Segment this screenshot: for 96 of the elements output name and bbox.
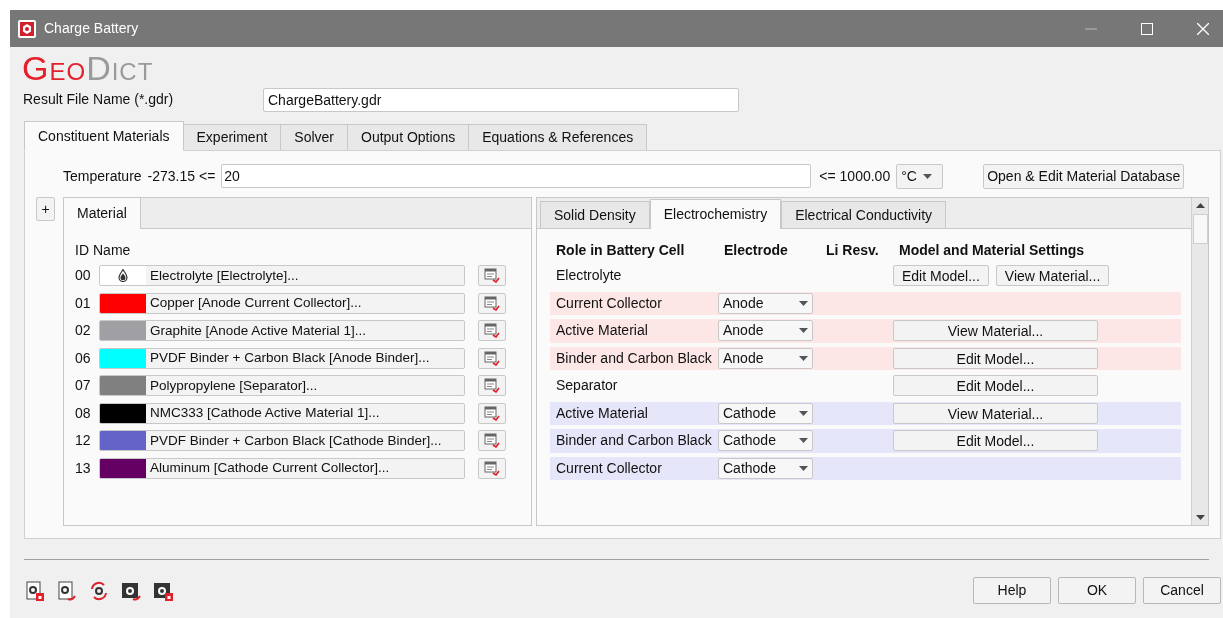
id-label: 00	[75, 266, 92, 286]
id-label: 02	[75, 321, 92, 341]
scroll-thumb[interactable]	[1192, 214, 1208, 244]
column-header: ID	[75, 240, 89, 260]
add-button[interactable]: +	[36, 197, 55, 221]
scroll-up-icon[interactable]	[1195, 203, 1205, 208]
tab[interactable]: Electrical Conductivity	[781, 201, 947, 228]
id-label: 13	[75, 458, 92, 478]
edit-material-button[interactable]	[478, 402, 506, 424]
edit-material-button[interactable]	[478, 430, 506, 452]
edit-material-button[interactable]	[478, 265, 506, 287]
material-button[interactable]: PVDF Binder + Carbon Black [Anode Binder]...	[99, 347, 465, 369]
material-button[interactable]: Aluminum [Cathode Current Collector]...	[99, 457, 465, 479]
minimum-label: -273.15 <=	[147, 166, 216, 186]
column-header: Electrode	[724, 240, 789, 260]
caret-icon	[922, 173, 932, 179]
table-edit-icon	[484, 295, 500, 311]
column-header: Role in Battery Cell	[556, 240, 686, 260]
caret-icon	[799, 300, 808, 306]
role-label: Current Collector	[555, 293, 663, 313]
unit-dropdown[interactable]: °C	[896, 163, 944, 189]
dialog-button[interactable]: OK	[1058, 577, 1136, 604]
table-edit-icon	[484, 350, 500, 366]
column-header: Li Resv.	[826, 240, 880, 260]
material-button[interactable]: Electrolyte [Electrolyte]...	[99, 265, 465, 287]
material-button[interactable]: Copper [Anode Current Collector]...	[99, 292, 465, 314]
settings-button[interactable]: View Material...	[995, 265, 1110, 287]
id-label: 12	[75, 431, 92, 451]
electrode-dropdown[interactable]: Anode	[718, 347, 813, 369]
edit-material-button[interactable]	[478, 375, 506, 397]
caret-icon	[799, 438, 808, 444]
app-icon	[18, 19, 36, 38]
table-edit-icon	[484, 268, 500, 284]
result-file-input[interactable]: ChargeBattery.gdr	[263, 87, 739, 112]
column-header: Name	[93, 240, 131, 260]
caret-icon	[799, 410, 808, 416]
id-label: 06	[75, 348, 92, 368]
material-button[interactable]: NMC333 [Cathode Active Material 1]...	[99, 402, 465, 424]
table-edit-icon	[484, 433, 500, 449]
maximum-label: <= 1000.00	[819, 166, 891, 186]
edit-material-button[interactable]	[478, 457, 506, 479]
tab[interactable]: Solid Density	[540, 201, 650, 228]
edit-material-button[interactable]	[478, 347, 506, 369]
tab[interactable]: Material	[64, 198, 141, 229]
role-label: Current Collector	[555, 458, 663, 478]
id-label: 01	[75, 293, 92, 313]
scrollbar[interactable]	[1191, 198, 1208, 525]
material-button[interactable]: Polypropylene [Separator]...	[99, 375, 465, 397]
settings-button[interactable]: Edit Model...	[893, 265, 989, 287]
role-label: Active Material	[555, 403, 649, 423]
settings-button[interactable]: Edit Model...	[893, 375, 1098, 397]
tab[interactable]: Output Options	[347, 124, 470, 151]
id-label: 08	[75, 403, 92, 423]
table-edit-icon	[484, 378, 500, 394]
caret-icon	[799, 465, 808, 471]
id-label: 07	[75, 376, 92, 396]
material-button[interactable]: PVDF Binder + Carbon Black [Cathode Binder]...	[99, 430, 465, 452]
edit-material-button[interactable]	[478, 320, 506, 342]
temperature-input[interactable]: 20	[221, 164, 812, 188]
table-edit-icon	[484, 323, 500, 339]
electrode-dropdown[interactable]: Anode	[718, 320, 813, 342]
role-label: Binder and Carbon Black	[555, 348, 713, 368]
maximize-icon[interactable]	[1141, 22, 1153, 35]
field-label: Result File Name (*.gdr)	[23, 90, 175, 109]
tab[interactable]: Electrochemistry	[649, 199, 782, 229]
role-label: Electrolyte	[555, 266, 623, 286]
edit-material-button[interactable]	[478, 292, 506, 314]
close-icon[interactable]	[1197, 22, 1209, 35]
electrode-dropdown[interactable]: Cathode	[718, 402, 813, 424]
tab[interactable]: Constituent Materials	[24, 121, 184, 151]
tab[interactable]: Equations & References	[468, 124, 648, 151]
settings-button[interactable]: Edit Model...	[893, 430, 1098, 452]
geodict-logo: GeoDict	[22, 51, 154, 85]
role-label: Binder and Carbon Black	[555, 431, 713, 451]
caret-icon	[799, 355, 808, 361]
material-button[interactable]: Graphite [Anode Active Material 1]...	[99, 320, 465, 342]
caret-icon	[799, 328, 808, 334]
scroll-down-icon[interactable]	[1195, 515, 1205, 520]
electrode-dropdown[interactable]: Anode	[718, 292, 813, 314]
electrode-dropdown[interactable]: Cathode	[718, 457, 813, 479]
database-button[interactable]: Open & Edit Material Database	[983, 163, 1185, 189]
drop-icon	[118, 269, 128, 283]
dialog-button[interactable]: Help	[973, 577, 1051, 604]
role-label: Active Material	[555, 321, 649, 341]
electrode-dropdown[interactable]: Cathode	[718, 430, 813, 452]
tab[interactable]: Solver	[280, 124, 348, 151]
settings-button[interactable]: View Material...	[893, 320, 1098, 342]
role-label: Separator	[555, 376, 619, 396]
settings-button[interactable]: View Material...	[893, 402, 1098, 424]
column-header: Model and Material Settings	[899, 240, 1085, 260]
table-edit-icon	[484, 405, 500, 421]
window-title: Charge Battery	[44, 19, 139, 38]
table-edit-icon	[484, 460, 500, 476]
dialog-button[interactable]: Cancel	[1143, 577, 1221, 604]
settings-button[interactable]: Edit Model...	[893, 347, 1098, 369]
temperature-label: Temperature	[63, 166, 142, 186]
